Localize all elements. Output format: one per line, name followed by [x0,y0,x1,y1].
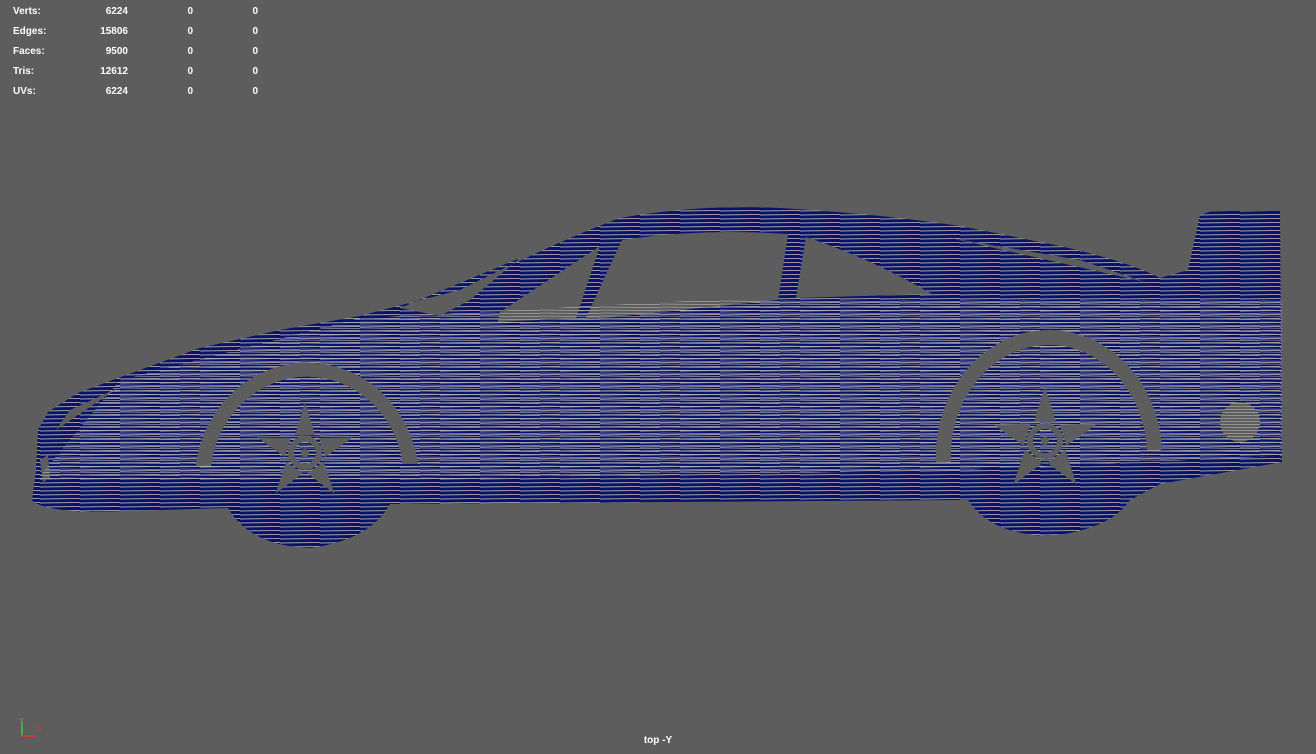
body-wire-highlight [36,300,1282,480]
car-wireframe-model[interactable] [0,0,1316,754]
viewport[interactable]: Verts: 6224 0 0 Edges: 15806 0 0 Faces: … [0,0,1316,754]
x-axis-label: X [37,725,42,732]
y-axis-label: Y [19,718,24,725]
camera-label: top -Y [643,735,673,746]
